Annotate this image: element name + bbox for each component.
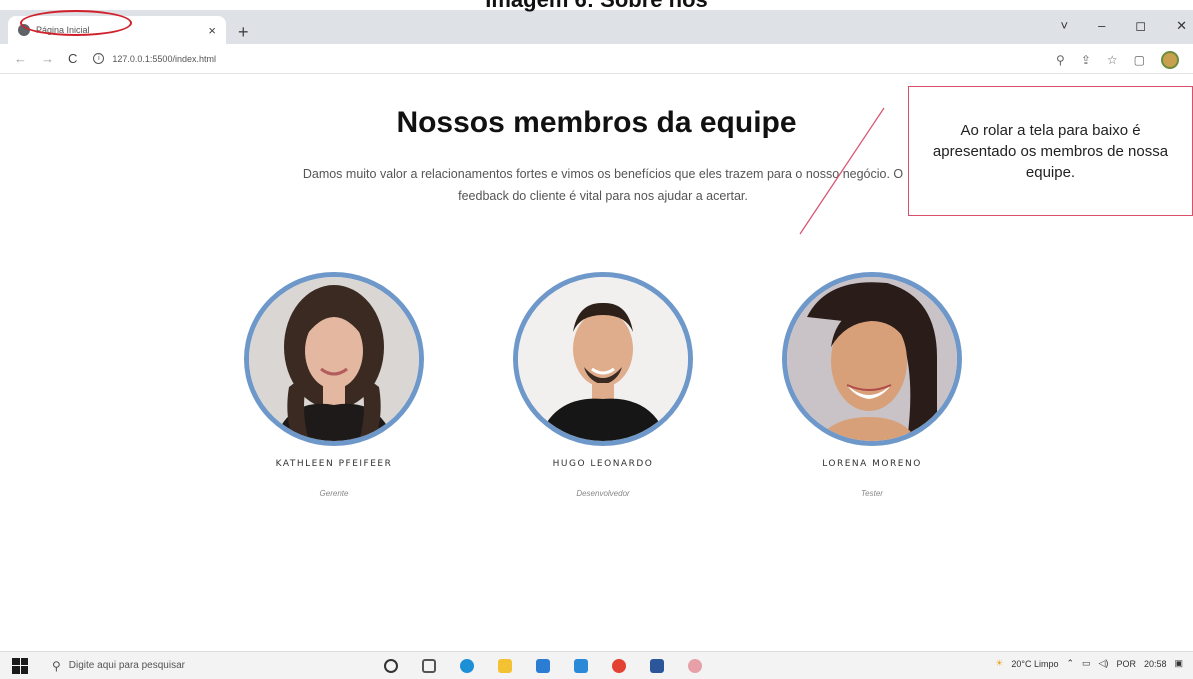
browser-tab-strip: Página Inicial × + ˅ – ◻ ✕ xyxy=(0,10,1193,44)
file-explorer-icon[interactable] xyxy=(498,658,512,673)
cortana-icon[interactable] xyxy=(384,658,398,673)
callout-text: Ao rolar a tela para baixo é apresentado… xyxy=(932,121,1169,181)
clock[interactable]: 20:58 xyxy=(1144,659,1167,669)
member-name: LORENA MORENO xyxy=(822,459,922,469)
tab-search-icon[interactable]: ˅ xyxy=(1060,18,1068,34)
app-icon[interactable] xyxy=(688,658,702,673)
back-arrow-icon[interactable]: ← xyxy=(14,51,27,66)
bookmark-star-icon[interactable]: ☆ xyxy=(1107,53,1118,67)
globe-icon xyxy=(18,24,30,36)
browser-tab[interactable]: Página Inicial × xyxy=(8,16,226,44)
windows-taskbar: ⚲ Digite aqui para pesquisar ☀ 20°C Limp… xyxy=(0,651,1193,679)
team-member-card: HUGO LEONARDO Desenvolvedor xyxy=(513,272,693,498)
member-photo xyxy=(244,272,424,446)
network-icon[interactable]: ▭ xyxy=(1082,658,1091,669)
screen: Página Inicial × + ˅ – ◻ ✕ Imagem 6: Sob… xyxy=(0,0,1193,679)
taskbar-search-box[interactable]: ⚲ Digite aqui para pesquisar xyxy=(52,659,364,673)
close-window-button[interactable]: ✕ xyxy=(1176,18,1187,34)
language-indicator[interactable]: POR xyxy=(1116,659,1136,669)
vscode-icon[interactable] xyxy=(574,658,588,673)
new-tab-button[interactable]: + xyxy=(238,22,249,43)
annotation-callout: Ao rolar a tela para baixo é apresentado… xyxy=(908,86,1193,216)
page-description: Damos muito valor a relacionamentos fort… xyxy=(302,167,904,203)
windows-start-icon[interactable] xyxy=(12,657,28,674)
info-icon[interactable]: i xyxy=(93,53,105,64)
figure-caption: Imagem 6: Sobre nós xyxy=(0,0,1193,12)
volume-icon[interactable]: ◁) xyxy=(1099,658,1109,669)
member-role: Gerente xyxy=(319,489,349,498)
chrome-icon[interactable] xyxy=(612,658,626,673)
weather-icon: ☀ xyxy=(995,658,1004,668)
member-role: Desenvolvedor xyxy=(576,489,630,498)
profile-avatar[interactable] xyxy=(1161,51,1179,69)
system-tray: ☀ 20°C Limpo ⌃ ▭ ◁) POR 20:58 ▣ xyxy=(995,658,1183,669)
team-member-card: LORENA MORENO Tester xyxy=(782,272,962,498)
toolbar-actions: ⚲ ⇪ ☆ ▢ xyxy=(1056,51,1179,69)
url-text: 127.0.0.1:5500/index.html xyxy=(112,53,216,64)
maximize-button[interactable]: ◻ xyxy=(1135,18,1146,34)
chevron-up-icon[interactable]: ⌃ xyxy=(1066,658,1074,669)
minimize-button[interactable]: – xyxy=(1098,18,1105,34)
weather-text[interactable]: 20°C Limpo xyxy=(1011,659,1058,669)
member-role: Tester xyxy=(861,489,883,498)
share-icon[interactable]: ⇪ xyxy=(1081,53,1091,67)
zoom-icon[interactable]: ⚲ xyxy=(1056,53,1065,67)
edge-icon[interactable] xyxy=(460,658,474,673)
store-icon[interactable] xyxy=(536,658,550,673)
browser-toolbar: ← → C i 127.0.0.1:5500/index.html ⚲ ⇪ ☆ … xyxy=(0,44,1193,74)
taskbar-apps xyxy=(384,658,702,673)
forward-arrow-icon[interactable]: → xyxy=(41,51,54,66)
side-panel-icon[interactable]: ▢ xyxy=(1134,53,1145,67)
close-icon[interactable]: × xyxy=(208,23,216,38)
member-photo xyxy=(513,272,693,446)
member-name: KATHLEEN PFEIFEER xyxy=(275,459,393,469)
member-photo xyxy=(782,272,962,446)
address-bar[interactable]: i 127.0.0.1:5500/index.html xyxy=(93,53,216,64)
tab-title: Página Inicial xyxy=(36,25,90,35)
word-icon[interactable] xyxy=(650,658,664,673)
notification-icon[interactable]: ▣ xyxy=(1174,658,1183,669)
member-name: HUGO LEONARDO xyxy=(552,459,654,469)
task-view-icon[interactable] xyxy=(422,658,436,673)
team-member-card: KATHLEEN PFEIFEER Gerente xyxy=(244,272,424,498)
search-icon: ⚲ xyxy=(52,658,61,673)
window-controls: ˅ – ◻ ✕ xyxy=(1060,18,1187,34)
taskbar-search-placeholder: Digite aqui para pesquisar xyxy=(68,660,185,671)
reload-icon[interactable]: C xyxy=(68,51,77,66)
